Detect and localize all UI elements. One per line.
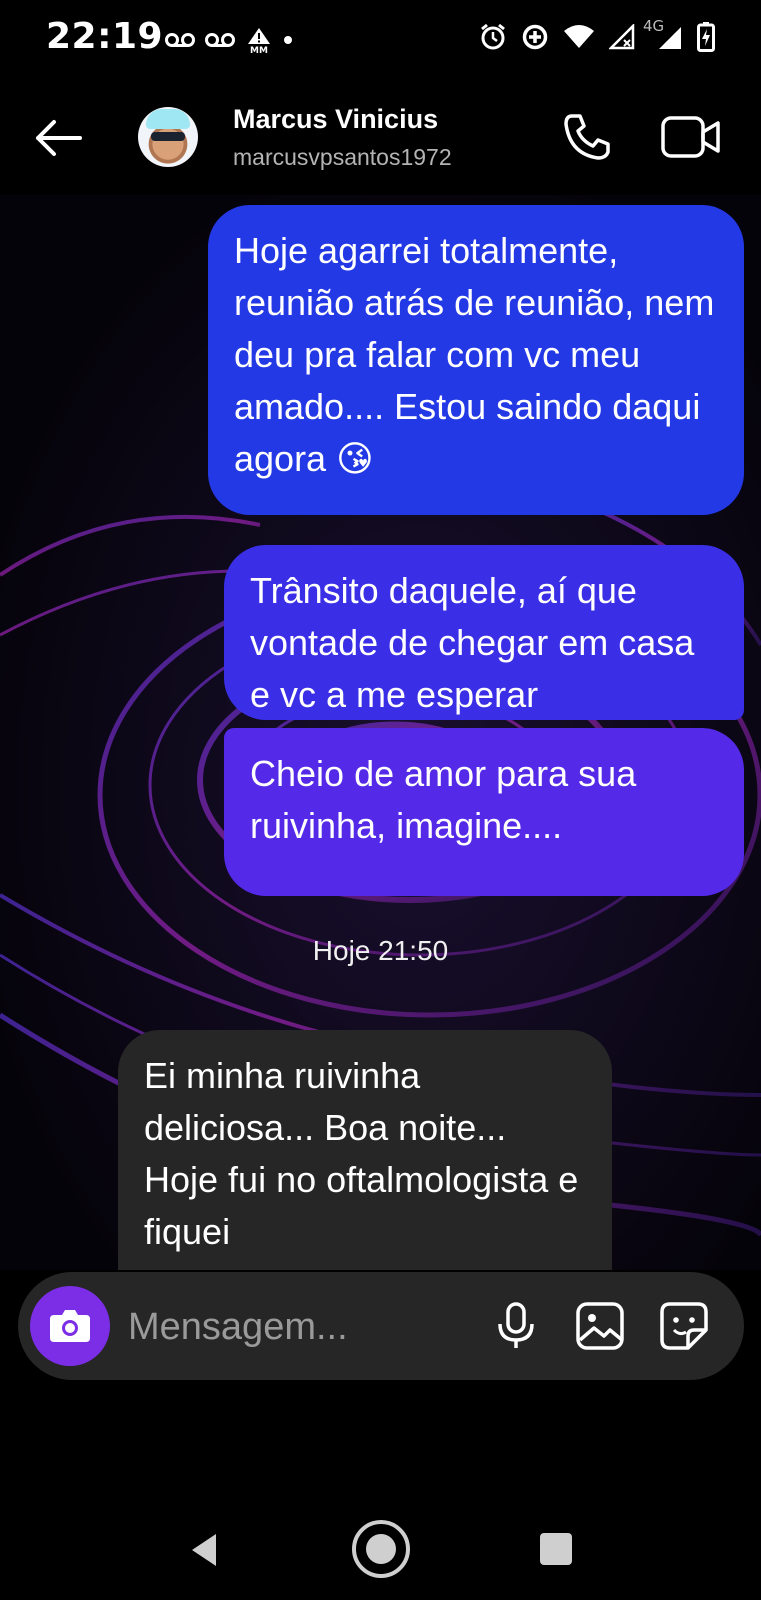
avatar-glasses (151, 132, 185, 141)
phone-call-icon[interactable] (560, 110, 614, 164)
message-input[interactable] (126, 1294, 460, 1360)
nav-back-icon[interactable] (186, 1530, 226, 1570)
camera-icon (50, 1310, 90, 1342)
voicemail-icon (205, 33, 235, 47)
avatar[interactable] (138, 107, 198, 167)
outgoing-message-2[interactable]: Trânsito daquele, aí que vontade de cheg… (224, 545, 744, 720)
status-left-icons: MM (165, 26, 293, 54)
video-call-icon[interactable] (660, 112, 722, 162)
microphone-icon[interactable] (488, 1298, 544, 1354)
voicemail-icon (165, 33, 195, 47)
sticker-icon[interactable] (656, 1298, 712, 1354)
dot-icon (284, 36, 292, 44)
nav-home-icon[interactable] (350, 1518, 412, 1580)
alarm-icon (481, 23, 505, 50)
data-saver-icon (522, 24, 548, 50)
message-composer (18, 1272, 744, 1380)
back-arrow-icon[interactable] (30, 110, 86, 166)
camera-button[interactable] (30, 1286, 110, 1366)
status-time: 22:19 (46, 16, 164, 57)
chat-area[interactable]: Hoje agarrei totalmente, reunião atrás d… (0, 195, 761, 1270)
status-right-icons: 4G (479, 17, 715, 52)
outgoing-message-1[interactable]: Hoje agarrei totalmente, reunião atrás d… (208, 205, 744, 515)
contact-name[interactable]: Marcus Vinicius (233, 104, 438, 135)
contact-username[interactable]: marcusvpsantos1972 (233, 144, 452, 171)
signal-4g-icon: 4G (643, 17, 683, 51)
signal-no-service-icon (609, 24, 635, 50)
battery-charging-icon (697, 22, 715, 52)
status-bar: 22:19 MM 4G (0, 0, 761, 80)
chat-header: Marcus Vinicius marcusvpsantos1972 (0, 80, 761, 195)
gallery-icon[interactable] (572, 1298, 628, 1354)
wifi-icon (564, 25, 594, 48)
outgoing-message-3[interactable]: Cheio de amor para sua ruivinha, imagine… (224, 728, 744, 896)
mm-alert-icon: MM (248, 28, 270, 54)
system-nav-bar (0, 1500, 761, 1600)
svg-text:MM: MM (250, 46, 268, 54)
avatar-cap (146, 109, 190, 129)
incoming-message-1[interactable]: Ei minha ruivinha deliciosa... Boa noite… (118, 1030, 612, 1270)
date-separator: Hoje 21:50 (312, 935, 449, 966)
nav-recents-icon[interactable] (540, 1533, 572, 1565)
